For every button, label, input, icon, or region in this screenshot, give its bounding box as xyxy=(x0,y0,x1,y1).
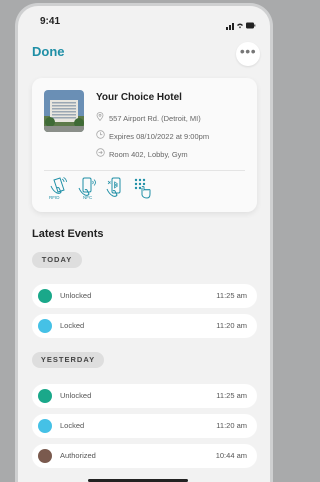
event-row[interactable]: Unlocked 11:25 am xyxy=(32,384,257,408)
event-label: Authorized xyxy=(60,451,96,460)
rfid-label: RFID xyxy=(49,195,60,200)
hotel-address: 557 Airport Rd. (Detroit, MI) xyxy=(109,114,201,123)
signal-wifi-battery-icon xyxy=(226,22,256,30)
more-icon: ••• xyxy=(239,43,257,59)
event-label: Locked xyxy=(60,421,85,430)
status-dot xyxy=(38,419,52,433)
keypad-icon xyxy=(132,176,154,200)
status-dot xyxy=(38,449,52,463)
hotel-rooms-row: Room 402, Lobby, Gym xyxy=(96,148,188,159)
clock-icon xyxy=(96,130,106,141)
status-bar: 9:41 xyxy=(18,6,270,34)
nfc-phone-icon: NFC xyxy=(76,176,98,200)
event-time: 11:25 am xyxy=(216,391,247,400)
event-time: 11:20 am xyxy=(216,321,247,330)
latest-events-title: Latest Events xyxy=(32,228,104,240)
more-options-button[interactable]: ••• xyxy=(236,42,260,66)
location-pin-icon xyxy=(96,112,106,123)
hotel-expires-row: Expires 08/10/2022 at 9:00pm xyxy=(96,130,209,141)
door-enter-icon xyxy=(96,148,106,159)
hotel-address-row: 557 Airport Rd. (Detroit, MI) xyxy=(96,112,201,123)
event-label: Locked xyxy=(60,321,85,330)
hotel-rooms: Room 402, Lobby, Gym xyxy=(109,150,188,159)
hotel-card[interactable]: Your Choice Hotel 557 Airport Rd. (Detro… xyxy=(32,78,257,212)
status-dot xyxy=(38,289,52,303)
event-label: Unlocked xyxy=(60,391,92,400)
hotel-photo xyxy=(44,90,84,132)
card-divider xyxy=(44,170,245,171)
event-row[interactable]: Authorized 10:44 am xyxy=(32,444,257,468)
phone-screen: 9:41 Done ••• Your Choice Hotel 557 Airp… xyxy=(18,6,270,482)
group-label-today: TODAY xyxy=(32,252,82,268)
status-time: 9:41 xyxy=(40,16,61,27)
hotel-name: Your Choice Hotel xyxy=(96,92,182,103)
rfid-icon: RFID xyxy=(48,176,70,200)
group-label-yesterday: YESTERDAY xyxy=(32,352,104,368)
bluetooth-phone-icon xyxy=(104,176,126,200)
status-icons xyxy=(226,17,256,35)
hotel-expires: Expires 08/10/2022 at 9:00pm xyxy=(109,132,210,141)
event-label: Unlocked xyxy=(60,291,92,300)
done-button[interactable]: Done xyxy=(32,44,65,59)
event-row[interactable]: Locked 11:20 am xyxy=(32,314,257,338)
nfc-label: NFC xyxy=(83,195,93,200)
event-time: 11:20 am xyxy=(216,421,247,430)
event-row[interactable]: Locked 11:20 am xyxy=(32,414,257,438)
status-dot xyxy=(38,319,52,333)
event-time: 10:44 am xyxy=(215,451,247,460)
status-dot xyxy=(38,389,52,403)
event-time: 11:25 am xyxy=(216,291,247,300)
event-row[interactable]: Unlocked 11:25 am xyxy=(32,284,257,308)
